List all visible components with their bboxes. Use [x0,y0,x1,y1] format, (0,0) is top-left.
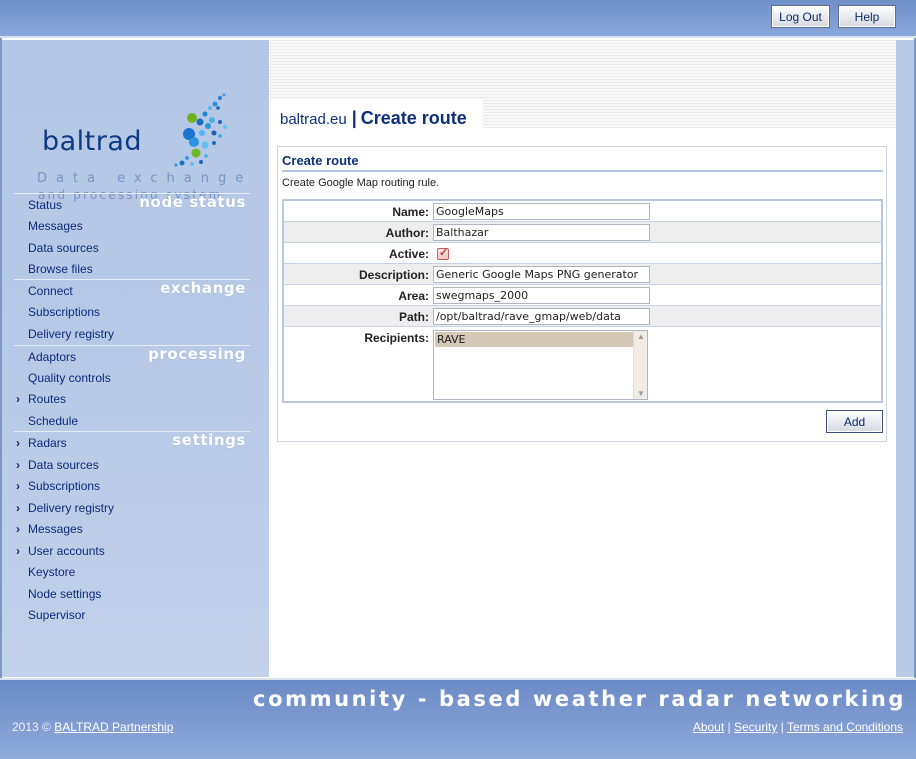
chevron-right-icon: › [16,479,20,493]
nav-heading: settings [172,431,246,449]
panel-title: Create route [282,153,359,168]
sidebar: baltrad Data exchange and processing sys… [2,40,269,677]
chevron-right-icon: › [16,458,20,472]
scroll-down-icon[interactable]: ▼ [637,389,645,398]
header-stripes [270,40,896,100]
author-input[interactable] [433,224,650,241]
nav-heading: node status [139,193,246,211]
terms-link[interactable]: Terms and Conditions [787,720,903,734]
top-bar: Log Out Help [0,0,916,38]
chevron-right-icon: › [16,436,20,450]
scroll-up-icon[interactable]: ▲ [637,332,645,341]
chevron-right-icon: › [16,501,20,515]
footer-slogan: community - based weather radar networki… [253,687,906,711]
listbox-scrollbar[interactable]: ▲ ▼ [633,331,647,399]
recipient-option[interactable]: RAVE [435,332,633,347]
footer-copyright: 2013 © BALTRAD Partnership [12,720,174,734]
form-row-description: Description: [284,264,881,285]
nav-section-exchange: exchange Connect Subscriptions Delivery … [14,279,250,341]
form-row-author: Author: [284,222,881,243]
about-link[interactable]: About [693,720,724,734]
path-label: Path: [399,310,429,324]
breadcrumb-site[interactable]: baltrad.eu [280,111,347,128]
footer: community - based weather radar networki… [0,678,916,759]
author-label: Author: [385,226,429,240]
security-link[interactable]: Security [734,720,777,734]
right-strip [896,40,914,677]
form-row-active: Active: [284,243,881,264]
path-input[interactable] [433,308,650,325]
panel-description: Create Google Map routing rule. [282,177,440,189]
route-form: Name: Author: Active: Description: Area:… [282,199,883,403]
logo-wordmark: baltrad [42,126,143,157]
active-label: Active: [388,247,429,261]
form-row-recipients: Recipients: RAVE ▲ ▼ [284,327,881,401]
logout-button[interactable]: Log Out [771,5,830,28]
help-button[interactable]: Help [838,5,896,28]
panel-divider [282,170,883,172]
nav-heading: exchange [160,279,246,297]
recipients-listbox[interactable]: RAVE ▲ ▼ [433,330,648,400]
add-button[interactable]: Add [826,410,883,433]
chevron-right-icon: › [16,522,20,536]
logo-tagline-1: Data exchange [37,171,253,186]
description-input[interactable] [433,266,650,283]
breadcrumb: baltrad.eu | Create route [280,108,467,129]
nav-heading: processing [148,345,246,363]
area-label: Area: [398,289,429,303]
nav-section-node-status: node status Status Messages Data sources… [14,193,250,276]
baltrad-logo: baltrad [42,86,242,176]
nav-section-processing: processing Adaptors Quality controls › Ro… [14,345,250,428]
active-checkbox[interactable] [437,246,449,260]
footer-links: About | Security | Terms and Conditions [692,720,903,734]
description-label: Description: [358,268,429,282]
nav-section-settings: settings › Radars › Data sources › Subscrip… [14,431,250,622]
logo-dots-icon [174,93,227,167]
name-label: Name: [392,205,429,219]
breadcrumb-separator: | [351,108,357,128]
baltrad-partnership-link[interactable]: BALTRAD Partnership [54,720,173,734]
form-row-path: Path: [284,306,881,327]
recipients-label: Recipients: [364,331,429,345]
chevron-right-icon: › [16,544,20,558]
form-row-area: Area: [284,285,881,306]
header-stripes-right [483,100,896,128]
form-row-name: Name: [284,201,881,222]
name-input[interactable] [433,203,650,220]
area-input[interactable] [433,287,650,304]
page-title: Create route [360,108,467,128]
chevron-right-icon: › [16,392,20,406]
